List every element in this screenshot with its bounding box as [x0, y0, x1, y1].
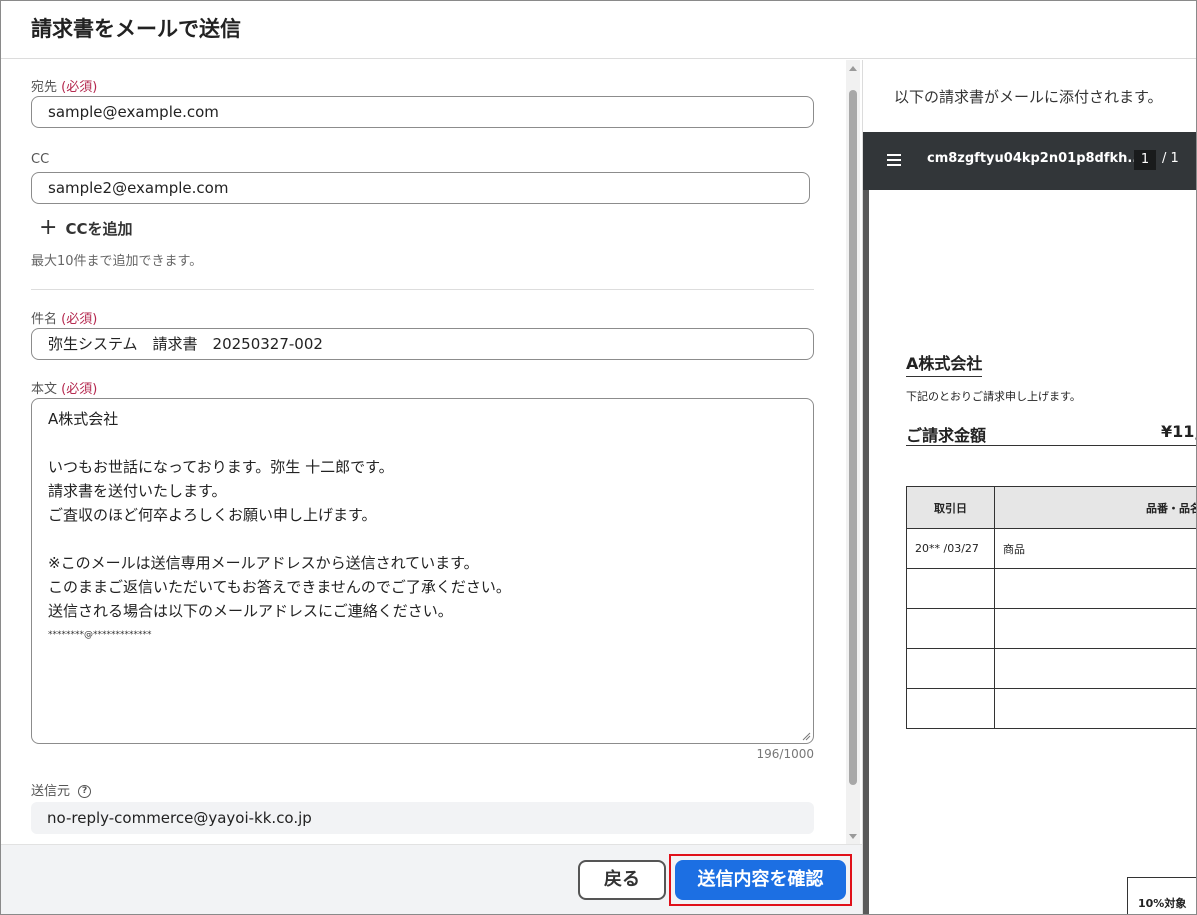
table-header-date: 取引日 [906, 486, 995, 529]
required-marker: (必須) [61, 312, 98, 327]
table-row [906, 648, 1196, 689]
body-line: ※このメールは送信専用メールアドレスから送信されています。 [48, 554, 479, 572]
required-marker: (必須) [61, 80, 98, 95]
dialog-footer: 戻る 送信内容を確認 [1, 844, 862, 914]
table-cell [994, 648, 1196, 689]
table-row [906, 608, 1196, 649]
table-cell: 商品 [994, 528, 1196, 569]
body-line: 請求書を送付いたします。 [48, 482, 227, 500]
pdf-page: A株式会社 下記のとおりご請求申し上げます。 ご請求金額 ¥11, 取引日 品番… [869, 190, 1197, 914]
table-cell [906, 648, 995, 689]
pdf-viewer[interactable]: cm8zgftyu04kp2n01p8dfkh... 1 / 1 A株式会社 下… [863, 132, 1197, 914]
page-total: / 1 [1162, 151, 1179, 166]
table-cell [994, 688, 1196, 729]
pdf-filename: cm8zgftyu04kp2n01p8dfkh... [927, 151, 1143, 166]
add-cc-button[interactable]: + CCを追加 [39, 217, 132, 239]
scroll-down-arrow-icon[interactable] [849, 834, 857, 839]
table-cell [994, 608, 1196, 649]
invoice-intro: 下記のとおりご請求申し上げます。 [906, 390, 1081, 403]
attachment-note: 以下の請求書がメールに添付されます。 [894, 88, 1163, 106]
table-header-item: 品番・品名 [994, 486, 1196, 529]
cc-limit-hint: 最大10件まで追加できます。 [31, 254, 203, 269]
cc-label: CC [31, 152, 50, 167]
pdf-toolbar: cm8zgftyu04kp2n01p8dfkh... 1 / 1 [863, 132, 1196, 190]
plus-icon: + [39, 215, 58, 240]
scroll-up-arrow-icon[interactable] [849, 66, 857, 71]
body-line: 送信される場合は以下のメールアドレスにご連絡ください。 [48, 602, 453, 620]
table-row: 20** /03/27 商品 [906, 528, 1196, 569]
help-icon[interactable]: ? [78, 785, 92, 798]
table-row [906, 568, 1196, 609]
table-row [906, 688, 1196, 729]
resize-grip-icon[interactable] [801, 731, 811, 741]
subject-label: 件名 (必須) [31, 312, 98, 327]
confirm-send-button[interactable]: 送信内容を確認 [675, 860, 846, 900]
body-line: いつもお世話になっております。弥生 十二郎です。 [48, 458, 394, 476]
table-cell [906, 688, 995, 729]
table-cell [906, 608, 995, 649]
invoice-amount-label: ご請求金額 [906, 426, 987, 445]
body-label: 本文 (必須) [31, 382, 98, 397]
dialog-header: 請求書をメールで送信 [1, 1, 1196, 59]
table-cell [906, 568, 995, 609]
character-counter: 196/1000 [756, 747, 815, 761]
cc-input[interactable]: sample2@example.com [31, 172, 810, 204]
masked-email-line: ********@************* [48, 630, 152, 640]
sender-field: no-reply-commerce@yayoi-kk.co.jp [31, 802, 814, 834]
sender-label: 送信元 ? [31, 780, 92, 799]
menu-icon[interactable] [887, 154, 903, 166]
divider [31, 289, 814, 290]
table-header-row: 取引日 品番・品名 [906, 486, 1196, 529]
form-scrollbar[interactable] [846, 60, 860, 845]
body-line [48, 431, 797, 455]
table-cell [994, 568, 1196, 609]
to-input[interactable]: sample@example.com [31, 96, 814, 128]
send-invoice-dialog: 請求書をメールで送信 宛先 (必須) sample@example.com CC… [0, 0, 1197, 915]
scrollbar-thumb[interactable] [849, 90, 857, 785]
invoice-items-table: 取引日 品番・品名 20** /03/27 商品 [906, 486, 1196, 729]
invoice-recipient: A株式会社 [906, 350, 983, 377]
body-line: A株式会社 [48, 410, 119, 428]
tax-rate-box: 10%対象 [1127, 877, 1196, 914]
invoice-amount-value: ¥11, [1161, 422, 1197, 441]
table-cell: 20** /03/27 [906, 528, 995, 569]
amount-underline [906, 445, 1196, 446]
email-form-panel: 宛先 (必須) sample@example.com CC sample2@ex… [1, 60, 862, 845]
body-textarea[interactable]: A株式会社 いつもお世話になっております。弥生 十二郎です。 請求書を送付いたし… [31, 398, 814, 744]
body-line: このままご返信いただいてもお答えできませんのでご了承ください。 [48, 578, 511, 596]
required-marker: (必須) [61, 382, 98, 397]
subject-input[interactable]: 弥生システム 請求書 20250327-002 [31, 328, 814, 360]
dialog-title: 請求書をメールで送信 [31, 17, 241, 41]
page-number-input[interactable]: 1 [1134, 150, 1156, 170]
back-button[interactable]: 戻る [578, 860, 666, 900]
body-line: ご査収のほど何卒よろしくお願い申し上げます。 [48, 506, 377, 524]
body-line [48, 527, 797, 551]
to-label: 宛先 (必須) [31, 80, 98, 95]
add-cc-label: CCを追加 [65, 219, 133, 238]
attachment-preview-panel: 以下の請求書がメールに添付されます。 cm8zgftyu04kp2n01p8df… [862, 60, 1197, 914]
